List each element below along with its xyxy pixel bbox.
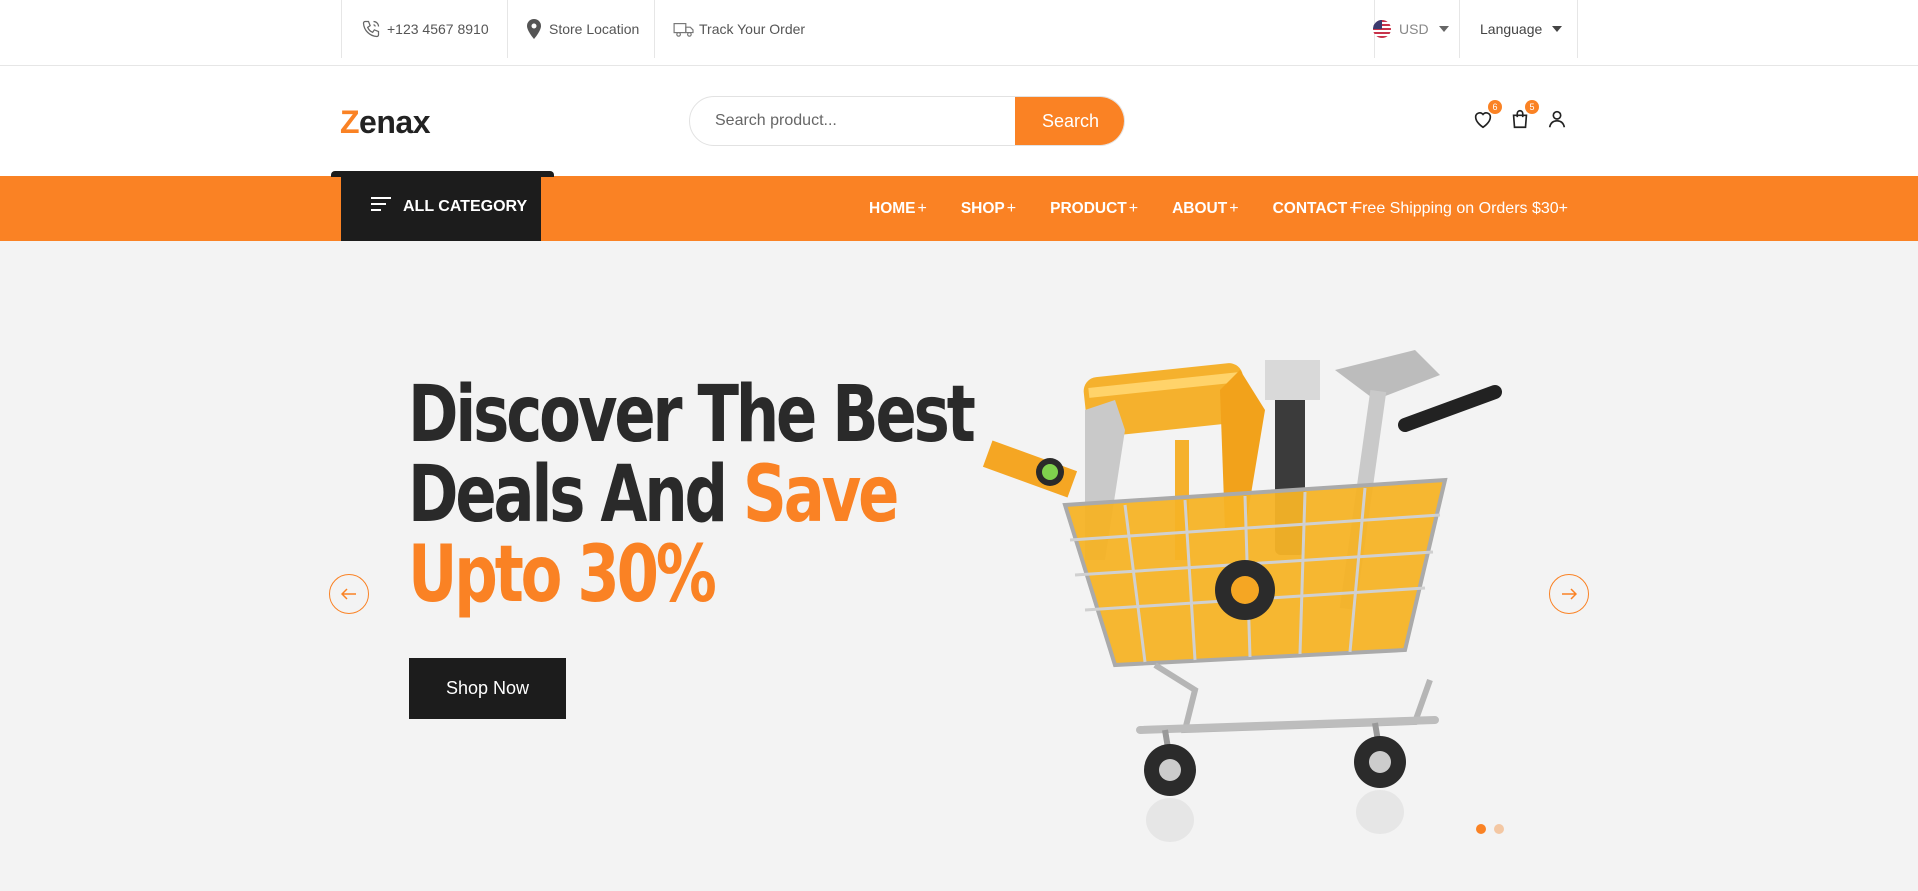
account-button[interactable] <box>1546 108 1570 132</box>
nav-item-about[interactable]: ABOUT + <box>1172 200 1238 218</box>
nav-item-label: CONTACT <box>1272 199 1348 217</box>
plus-icon: + <box>1128 199 1139 217</box>
tool-cart-image <box>982 350 1502 842</box>
phone-link[interactable]: +123 4567 8910 <box>361 0 489 58</box>
slide-dot-active[interactable] <box>1476 824 1486 834</box>
logo-text: enax <box>359 104 430 140</box>
delivery-truck-icon <box>673 20 695 38</box>
hero-headline: Discover The Best Deals And Save Upto 30… <box>408 370 976 620</box>
nav-item-contact[interactable]: CONTACT + <box>1273 200 1359 218</box>
divider <box>341 0 342 58</box>
user-icon <box>1548 110 1566 128</box>
divider <box>654 0 655 58</box>
nav-item-product[interactable]: PRODUCT + <box>1050 200 1138 218</box>
headline-text: Deals And <box>408 450 744 540</box>
divider <box>1459 0 1460 58</box>
cart-count-badge: 5 <box>1525 100 1539 114</box>
language-selector[interactable]: Language <box>1480 0 1563 58</box>
prev-slide-button[interactable] <box>329 574 369 614</box>
track-order-link[interactable]: Track Your Order <box>673 0 805 58</box>
chevron-down-icon <box>1552 26 1563 32</box>
us-flag-icon <box>1373 20 1391 38</box>
store-location-link[interactable]: Store Location <box>527 0 639 58</box>
wishlist-button[interactable]: 6 <box>1472 100 1502 132</box>
main-header: Zenax Search 6 5 <box>0 66 1918 176</box>
store-location-label: Store Location <box>549 21 640 37</box>
currency-value: USD <box>1399 21 1429 37</box>
headline-line-1: Discover The Best <box>408 370 976 460</box>
divider <box>507 0 508 58</box>
headline-line-3: Upto 30% <box>408 530 717 620</box>
nav-item-label: PRODUCT <box>1050 199 1127 217</box>
logo[interactable]: Zenax <box>340 104 430 141</box>
search-input[interactable] <box>690 97 1015 145</box>
top-bar: +123 4567 8910 Store Location Track Your… <box>0 0 1918 66</box>
nav-item-shop[interactable]: SHOP + <box>961 200 1016 218</box>
wishlist-count-badge: 6 <box>1488 100 1502 114</box>
nav-item-home[interactable]: HOME + <box>869 200 927 218</box>
all-category-label: ALL CATEGORY <box>403 197 528 215</box>
main-nav: ALL CATEGORY HOME + SHOP + PRODUCT + ABOUT +… <box>0 171 1918 241</box>
search-bar: Search <box>689 96 1125 146</box>
nav-item-label: ABOUT <box>1172 199 1228 217</box>
nav-item-label: HOME <box>869 199 916 217</box>
plus-icon: + <box>1229 199 1239 217</box>
plus-icon: + <box>1006 199 1017 217</box>
currency-selector[interactable]: USD <box>1373 0 1449 58</box>
phone-number: +123 4567 8910 <box>387 21 489 37</box>
all-category-button[interactable]: ALL CATEGORY <box>341 172 541 241</box>
language-label: Language <box>1480 21 1543 37</box>
nav-menu: HOME + SHOP + PRODUCT + ABOUT + CONTACT + <box>869 176 1393 241</box>
track-order-label: Track Your Order <box>699 21 806 37</box>
search-button[interactable]: Search <box>1015 97 1124 145</box>
cart-button[interactable]: 5 <box>1509 100 1539 132</box>
map-pin-icon <box>527 19 541 39</box>
phone-icon <box>361 19 381 39</box>
logo-letter: Z <box>340 104 360 140</box>
nav-item-label: SHOP <box>960 199 1005 217</box>
plus-icon: + <box>917 199 927 217</box>
shop-now-button[interactable]: Shop Now <box>409 658 566 719</box>
next-slide-button[interactable] <box>1549 574 1589 614</box>
menu-lines-icon <box>371 196 391 217</box>
free-shipping-notice: Free Shipping on Orders $30+ <box>1352 199 1568 217</box>
headline-accent: Save <box>743 450 899 540</box>
slide-dot[interactable] <box>1494 824 1504 834</box>
slider-dots <box>1476 824 1512 834</box>
chevron-down-icon <box>1438 26 1449 32</box>
headline-line-2: Deals And Save <box>408 455 973 535</box>
arrow-right-icon <box>1562 588 1577 600</box>
arrow-left-icon <box>341 588 356 600</box>
divider <box>1577 0 1578 58</box>
